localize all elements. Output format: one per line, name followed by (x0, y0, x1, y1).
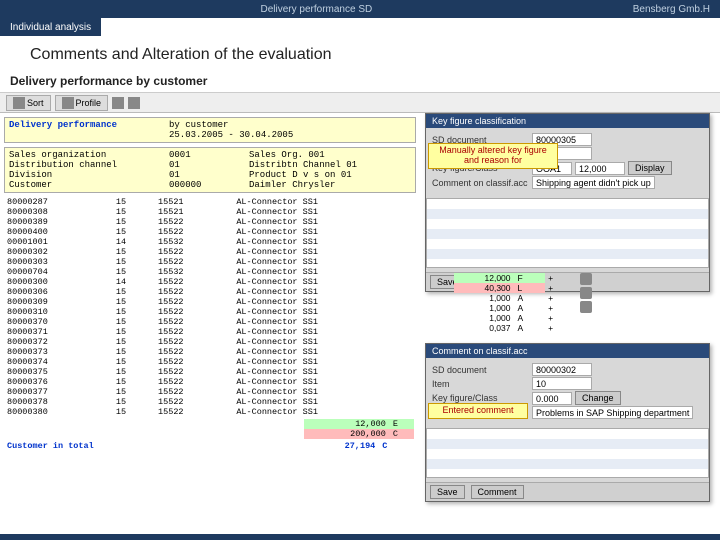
table-row[interactable]: 000010011415532AL-Connector SS1 (4, 237, 414, 247)
popup1-textarea[interactable] (426, 198, 709, 268)
profile-button[interactable]: Profile (55, 95, 109, 111)
tab-row: Individual analysis (0, 18, 720, 36)
table-row[interactable]: 800003031515522AL-Connector SS1 (4, 257, 414, 267)
callout-comment: Entered comment (428, 403, 528, 419)
flag-icon[interactable] (580, 273, 592, 285)
table-row[interactable]: 800003061515522AL-Connector SS1 (4, 287, 414, 297)
popup2-save-button[interactable]: Save (430, 485, 465, 499)
toolbar: Sort Profile (0, 93, 720, 113)
app-title: Delivery performance SD (0, 4, 633, 15)
table-row[interactable]: 800003891515522AL-Connector SS1 (4, 217, 414, 227)
total-row: Customer in total 27,194 C (4, 441, 414, 451)
profile-icon (62, 97, 74, 109)
indicator-icons (580, 273, 592, 313)
popup2-textarea[interactable] (426, 428, 709, 478)
report-header: Delivery performance by customer 25.03.2… (4, 117, 416, 143)
table-row[interactable]: 800003801515522AL-Connector SS1 (4, 407, 414, 417)
footer-bar (0, 534, 720, 540)
popup2-comment-button[interactable]: Comment (471, 485, 524, 499)
table-row[interactable]: 000007041515532AL-Connector SS1 (4, 267, 414, 277)
table-row[interactable]: 800003751515522AL-Connector SS1 (4, 367, 414, 377)
table-row[interactable]: 800003021515522AL-Connector SS1 (4, 247, 414, 257)
table-row[interactable]: 800003731515522AL-Connector SS1 (4, 347, 414, 357)
table-row[interactable]: 800003001415522AL-Connector SS1 (4, 277, 414, 287)
vendor-label: Bensberg Gmb.H (633, 4, 720, 15)
table-row[interactable]: 800003701515522AL-Connector SS1 (4, 317, 414, 327)
sort-button[interactable]: Sort (6, 95, 51, 111)
top-bar: Delivery performance SD Bensberg Gmb.H (0, 0, 720, 18)
table-row[interactable]: 800002871515521AL-Connector SS1 (4, 197, 414, 207)
report-title-mid: by customer (169, 120, 249, 130)
table-row[interactable]: 800003761515522AL-Connector SS1 (4, 377, 414, 387)
export-icon[interactable] (128, 97, 140, 109)
date-range: 25.03.2005 - 30.04.2005 (169, 130, 329, 140)
tab-individual-analysis[interactable]: Individual analysis (0, 18, 101, 36)
popup-comment: Comment on classif.acc SD document800003… (425, 343, 710, 502)
table-row[interactable]: 800003101515522AL-Connector SS1 (4, 307, 414, 317)
org-block: Sales organization0001Sales Org. 001Dist… (4, 147, 416, 193)
side-values: 12,000F+40,300L+1,000A+1,000A+1,000A+0,0… (454, 273, 574, 333)
callout-altered: Manually altered key figureand reason fo… (428, 143, 558, 169)
data-table: 800002871515521AL-Connector SS1800003081… (4, 197, 414, 417)
table-row[interactable]: 800003781515522AL-Connector SS1 (4, 397, 414, 407)
table-row[interactable]: 800003741515522AL-Connector SS1 (4, 357, 414, 367)
report-panel: Delivery performance by customer 25.03.2… (0, 113, 420, 451)
table-row[interactable]: 800003091515522AL-Connector SS1 (4, 297, 414, 307)
table-row[interactable]: 800003711515522AL-Connector SS1 (4, 327, 414, 337)
table-row[interactable]: 800003771515522AL-Connector SS1 (4, 387, 414, 397)
report-title-left: Delivery performance (9, 120, 169, 130)
popup1-title: Key figure classification (426, 114, 709, 128)
page-title: Comments and Alteration of the evaluatio… (0, 36, 720, 70)
flag-icon[interactable] (580, 287, 592, 299)
report-subtitle: Delivery performance by customer (0, 70, 720, 93)
popup2-title: Comment on classif.acc (426, 344, 709, 358)
table-row[interactable]: 800004001515522AL-Connector SS1 (4, 227, 414, 237)
sort-icon (13, 97, 25, 109)
popup-keyfigure: Key figure classification SD document800… (425, 113, 710, 292)
table-row[interactable]: 800003081515521AL-Connector SS1 (4, 207, 414, 217)
table-row[interactable]: 800003721515522AL-Connector SS1 (4, 337, 414, 347)
print-icon[interactable] (112, 97, 124, 109)
bottom-table: 12,000E200,000C (4, 419, 414, 439)
flag-icon[interactable] (580, 301, 592, 313)
